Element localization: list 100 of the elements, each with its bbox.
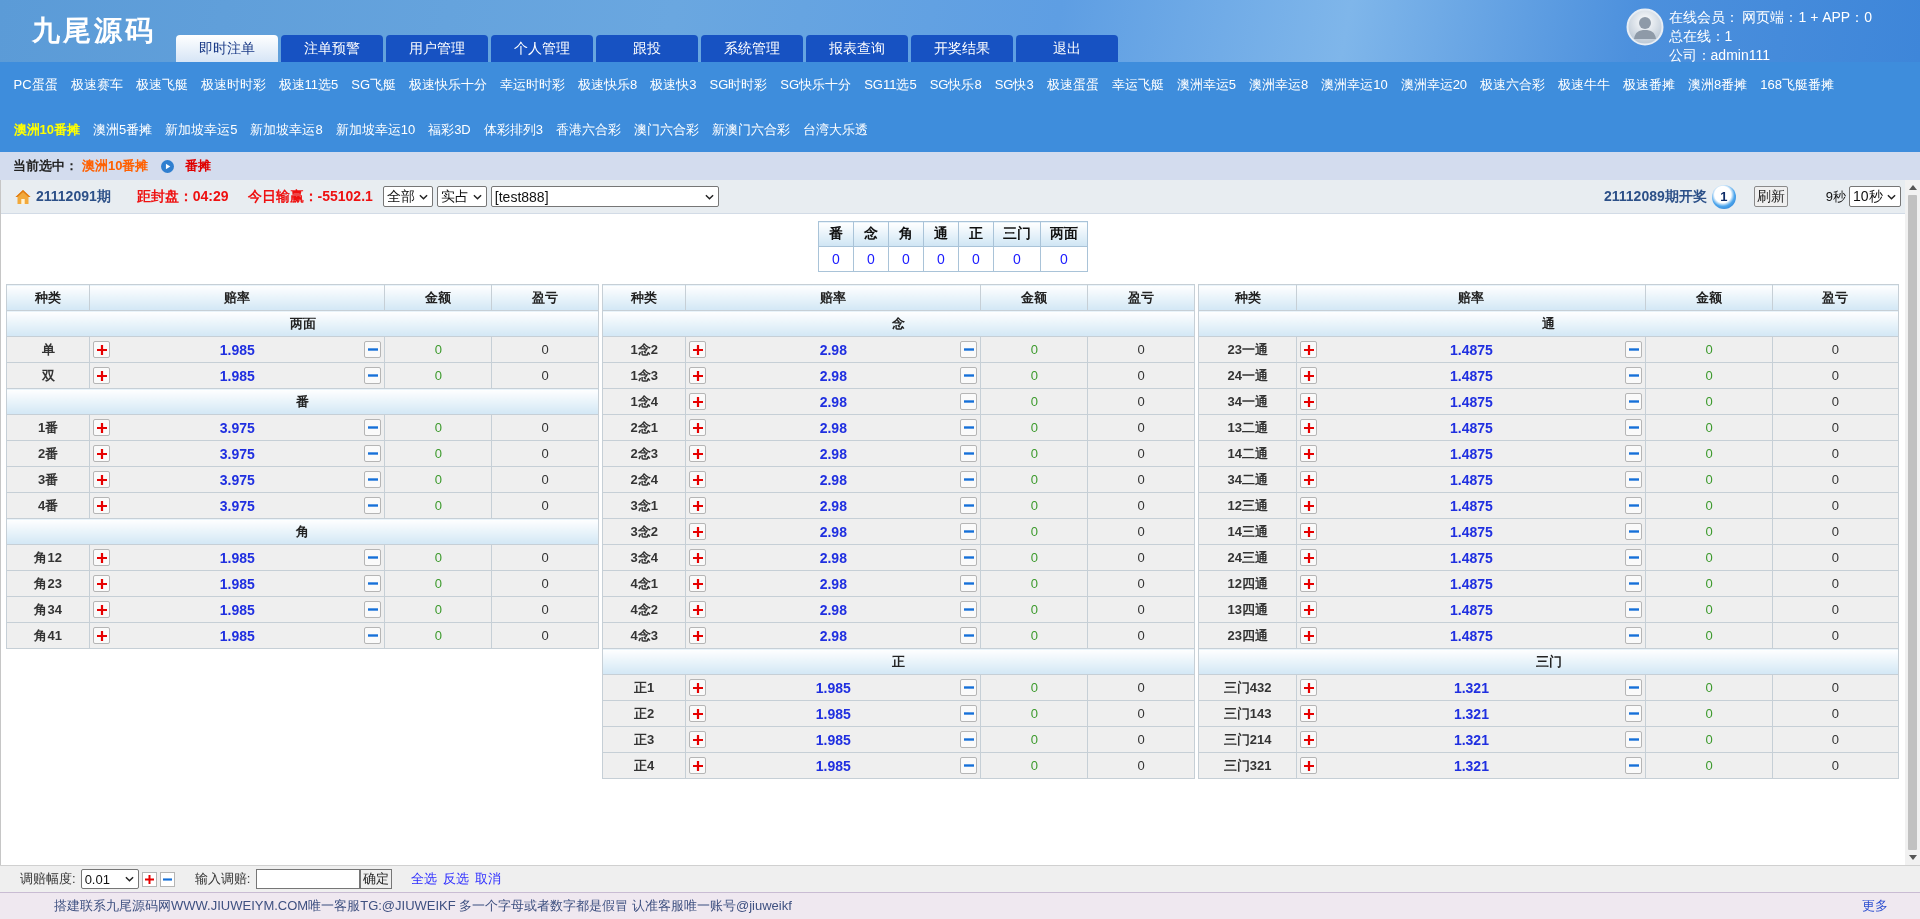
game-link[interactable]: 极速快乐十分: [409, 75, 488, 94]
arrow-up-icon[interactable]: [1908, 185, 1917, 190]
game-link[interactable]: 极速快3: [650, 75, 697, 94]
filter-dropdown[interactable]: [test888]: [490, 186, 719, 207]
increase-odds-button[interactable]: [689, 549, 707, 566]
increase-odds-button[interactable]: [689, 523, 707, 540]
decrease-odds-button[interactable]: [1625, 497, 1643, 514]
game-link[interactable]: PC蛋蛋: [13, 75, 58, 94]
decrease-odds-button[interactable]: [1625, 523, 1643, 540]
game-link[interactable]: 新澳门六合彩: [712, 120, 790, 139]
increase-odds-button[interactable]: [1300, 471, 1318, 488]
decrease-odds-button[interactable]: [1625, 705, 1643, 722]
game-link[interactable]: 极速飞艇: [135, 75, 188, 94]
increase-odds-button[interactable]: [93, 549, 111, 566]
filter-dropdown[interactable]: 全部: [382, 186, 433, 207]
increase-odds-button[interactable]: [1300, 679, 1318, 696]
decrease-odds-button[interactable]: [960, 419, 978, 436]
decrease-odds-button[interactable]: [960, 523, 978, 540]
increase-odds-button[interactable]: [689, 445, 707, 462]
game-link[interactable]: 澳洲5番摊: [92, 120, 153, 139]
increase-odds-button[interactable]: [689, 497, 707, 514]
game-link[interactable]: SG快3: [994, 75, 1034, 94]
decrease-odds-button[interactable]: [960, 627, 978, 644]
more-link[interactable]: 更多: [1862, 897, 1888, 915]
increase-odds-button[interactable]: [93, 341, 111, 358]
decrease-odds-button[interactable]: [960, 731, 978, 748]
increase-odds-button[interactable]: [1300, 445, 1318, 462]
game-link[interactable]: 极速时时彩: [200, 75, 266, 94]
increase-odds-button[interactable]: [1300, 731, 1318, 748]
nav-tab[interactable]: 个人管理: [491, 35, 593, 62]
game-link[interactable]: 新加坡幸运8: [250, 120, 323, 139]
odds-step-dropdown[interactable]: 0.01: [80, 869, 139, 889]
decrease-odds-button[interactable]: [364, 367, 382, 384]
nav-tab[interactable]: 注单预警: [281, 35, 383, 62]
decrease-odds-button[interactable]: [1625, 471, 1643, 488]
decrease-odds-button[interactable]: [364, 601, 382, 618]
decrease-odds-button[interactable]: [1625, 445, 1643, 462]
decrease-odds-button[interactable]: [1625, 575, 1643, 592]
increase-odds-button[interactable]: [1300, 393, 1318, 410]
nav-tab[interactable]: 跟投: [596, 35, 698, 62]
decrease-odds-button[interactable]: [960, 497, 978, 514]
decrease-odds-button[interactable]: [960, 601, 978, 618]
decrease-odds-button[interactable]: [1625, 419, 1643, 436]
increase-odds-button[interactable]: [1300, 601, 1318, 618]
increase-odds-button[interactable]: [689, 757, 707, 774]
game-link[interactable]: 幸运时时彩: [500, 75, 566, 94]
decrease-odds-button[interactable]: [960, 393, 978, 410]
game-link[interactable]: 极速番摊: [1623, 75, 1676, 94]
game-link[interactable]: 极速六合彩: [1480, 75, 1546, 94]
decrease-odds-button[interactable]: [364, 549, 382, 566]
decrease-odds-button[interactable]: [960, 367, 978, 384]
increase-odds-button[interactable]: [93, 601, 111, 618]
increase-odds-button[interactable]: [1300, 419, 1318, 436]
game-link[interactable]: SG时时彩: [709, 75, 768, 94]
game-link[interactable]: 极速快乐8: [578, 75, 638, 94]
increase-odds-button[interactable]: [689, 367, 707, 384]
decrease-odds-button[interactable]: [364, 445, 382, 462]
decrease-odds-button[interactable]: [1625, 627, 1643, 644]
game-link[interactable]: 香港六合彩: [556, 120, 621, 139]
decrease-odds-button[interactable]: [1625, 341, 1643, 358]
decrease-odds-button[interactable]: [1625, 757, 1643, 774]
increase-odds-button[interactable]: [1300, 549, 1318, 566]
game-link[interactable]: 澳洲10番摊: [13, 120, 80, 139]
decrease-odds-button[interactable]: [1625, 393, 1643, 410]
decrease-odds-button[interactable]: [960, 549, 978, 566]
decrease-odds-button[interactable]: [1625, 549, 1643, 566]
decrease-odds-button[interactable]: [960, 575, 978, 592]
increase-odds-button[interactable]: [93, 497, 111, 514]
nav-tab[interactable]: 即时注单: [176, 35, 278, 62]
decrease-odds-button[interactable]: [960, 341, 978, 358]
increase-odds-button[interactable]: [689, 471, 707, 488]
increase-odds-button[interactable]: [689, 679, 707, 696]
confirm-button[interactable]: 确定: [360, 869, 393, 889]
game-link[interactable]: 福彩3D: [428, 120, 471, 139]
increase-odds-button[interactable]: [689, 393, 707, 410]
decrease-odds-button[interactable]: [960, 679, 978, 696]
increase-odds-button[interactable]: [93, 367, 111, 384]
game-link[interactable]: 极速赛车: [70, 75, 123, 94]
increase-odds-button[interactable]: [93, 419, 111, 436]
filter-dropdown[interactable]: 实占: [436, 186, 487, 207]
nav-tab[interactable]: 系统管理: [701, 35, 803, 62]
increase-odds-button[interactable]: [1300, 705, 1318, 722]
odds-input-field[interactable]: [256, 869, 361, 889]
vertical-scrollbar[interactable]: [1905, 180, 1920, 865]
decrease-odds-button[interactable]: [364, 497, 382, 514]
nav-tab[interactable]: 开奖结果: [911, 35, 1013, 62]
game-link[interactable]: 澳洲幸运8: [1248, 75, 1309, 94]
increase-odds-button[interactable]: [1300, 757, 1318, 774]
increase-all-button[interactable]: [141, 871, 157, 887]
increase-odds-button[interactable]: [93, 471, 111, 488]
increase-odds-button[interactable]: [1300, 575, 1318, 592]
decrease-all-button[interactable]: [159, 871, 175, 887]
decrease-odds-button[interactable]: [364, 341, 382, 358]
game-link[interactable]: 澳洲幸运5: [1176, 75, 1236, 94]
increase-odds-button[interactable]: [689, 627, 707, 644]
decrease-odds-button[interactable]: [1625, 601, 1643, 618]
game-link[interactable]: 体彩排列3: [483, 120, 543, 139]
increase-odds-button[interactable]: [1300, 523, 1318, 540]
increase-odds-button[interactable]: [93, 627, 111, 644]
increase-odds-button[interactable]: [689, 705, 707, 722]
